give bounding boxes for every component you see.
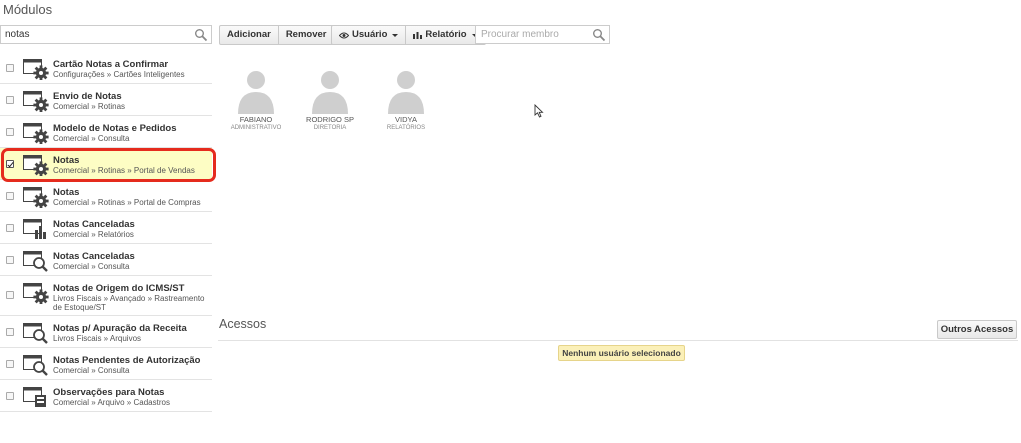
magnifier-icon xyxy=(23,251,49,272)
module-path: Comercial » Rotinas » Portal de Compras xyxy=(53,198,201,207)
member-name: FABIANO xyxy=(239,115,273,124)
member-card[interactable]: VIDYA RELATÓRIOS xyxy=(377,66,435,131)
module-path: Comercial » Relatórios xyxy=(53,230,134,239)
gear-icon xyxy=(23,59,49,81)
module-name: Notas xyxy=(53,155,80,166)
module-item[interactable]: Observações para Notas Comercial » Arquiv… xyxy=(0,380,212,412)
module-name: Notas xyxy=(53,187,80,198)
bar-chart-icon xyxy=(413,32,423,39)
module-item[interactable]: Envio de Notas Comercial » Rotinas xyxy=(0,84,212,116)
avatar xyxy=(238,71,274,114)
member-search-input[interactable]: Procurar membro xyxy=(475,25,610,44)
module-item[interactable]: Notas de Origem do ICMS/ST Livros Fiscais… xyxy=(0,276,212,316)
member-card[interactable]: RODRIGO SP DIRETORIA xyxy=(301,66,359,131)
chevron-down-icon xyxy=(392,33,399,37)
search-icon[interactable] xyxy=(194,28,208,42)
module-path: Comercial » Rotinas xyxy=(53,102,126,111)
module-checkbox[interactable] xyxy=(6,392,14,400)
module-name: Modelo de Notas e Pedidos xyxy=(53,123,177,134)
module-checkbox[interactable] xyxy=(6,360,14,368)
module-name: Cartão Notas a Confirmar xyxy=(53,59,169,70)
module-name: Notas p/ Apuração da Receita xyxy=(53,323,187,334)
report-dropdown-label: Relatório xyxy=(425,29,467,40)
bar-chart-icon xyxy=(23,219,49,240)
magnifier-icon xyxy=(23,355,49,376)
module-item[interactable]: Notas Comercial » Rotinas » Portal de Com… xyxy=(0,180,212,212)
member-role: RELATÓRIOS xyxy=(386,125,426,131)
module-list: Cartão Notas a Confirmar Configurações » … xyxy=(0,52,212,412)
gear-icon xyxy=(23,155,49,177)
form-icon xyxy=(23,387,49,408)
module-item[interactable]: Notas Pendentes de Autorização Comercial … xyxy=(0,348,212,380)
module-search-value: notas xyxy=(5,29,30,40)
remove-button[interactable]: Remover xyxy=(279,26,334,44)
module-item[interactable]: Modelo de Notas e Pedidos Comercial » Con… xyxy=(0,116,212,148)
module-item[interactable]: Notas Comercial » Rotinas » Portal de Ven… xyxy=(0,148,212,180)
avatar xyxy=(312,71,348,114)
mouse-cursor-icon xyxy=(534,104,544,118)
acessos-title: Acessos xyxy=(219,317,267,331)
module-path: Comercial » Consulta xyxy=(53,134,130,143)
other-accesses-button[interactable]: Outros Acessos xyxy=(937,320,1017,339)
module-name: Notas de Origem do ICMS/ST xyxy=(53,283,185,294)
module-item[interactable]: Cartão Notas a Confirmar Configurações » … xyxy=(0,52,212,84)
module-name: Notas Pendentes de Autorização xyxy=(53,355,201,366)
module-path: Livros Fiscais » Arquivos xyxy=(53,334,142,343)
module-path: Comercial » Arquivo » Cadastros xyxy=(53,398,170,407)
module-path: Comercial » Consulta xyxy=(53,262,130,271)
report-dropdown-button[interactable]: Relatório xyxy=(406,26,484,44)
module-checkbox[interactable] xyxy=(6,96,14,104)
module-path: Configurações » Cartões Inteligentes xyxy=(53,70,185,79)
module-checkbox[interactable] xyxy=(6,160,14,168)
module-path: Comercial » Rotinas » Portal de Vendas xyxy=(53,166,195,175)
add-remove-group: Adicionar Remover xyxy=(219,25,335,45)
gear-icon xyxy=(23,91,49,113)
eye-icon xyxy=(339,32,349,38)
module-item[interactable]: Notas Canceladas Comercial » Consulta xyxy=(0,244,212,276)
module-name: Envio de Notas xyxy=(53,91,122,102)
module-item[interactable]: Notas p/ Apuração da Receita Livros Fisca… xyxy=(0,316,212,348)
module-checkbox[interactable] xyxy=(6,328,14,336)
member-role: ADMINISTRATIVO xyxy=(230,125,282,131)
module-name: Notas Canceladas xyxy=(53,219,135,230)
module-item[interactable]: Notas Canceladas Comercial » Relatórios xyxy=(0,212,212,244)
no-user-selected-notice: Nenhum usuário selecionado xyxy=(558,345,685,361)
magnifier-icon xyxy=(23,323,49,344)
gear-icon xyxy=(23,187,49,209)
avatar xyxy=(388,71,424,114)
module-checkbox[interactable] xyxy=(6,64,14,72)
member-name: RODRIGO SP xyxy=(306,115,354,124)
gear-icon xyxy=(23,123,49,145)
module-path: Livros Fiscais » Avançado » Rastreamento… xyxy=(53,294,205,312)
member-name: VIDYA xyxy=(395,115,417,124)
module-checkbox[interactable] xyxy=(6,128,14,136)
user-dropdown-button[interactable]: Usuário xyxy=(332,26,407,44)
page-title: Módulos xyxy=(3,2,53,17)
acessos-divider xyxy=(218,340,1018,341)
module-checkbox[interactable] xyxy=(6,291,14,299)
module-path: Comercial » Consulta xyxy=(53,366,130,375)
module-checkbox[interactable] xyxy=(6,256,14,264)
gear-icon xyxy=(23,283,49,305)
add-button[interactable]: Adicionar xyxy=(220,26,279,44)
view-options-group: Usuário Relatório xyxy=(331,25,486,45)
member-role: DIRETORIA xyxy=(313,125,347,131)
user-dropdown-label: Usuário xyxy=(352,29,388,40)
member-card[interactable]: FABIANO ADMINISTRATIVO xyxy=(227,66,285,131)
module-name: Notas Canceladas xyxy=(53,251,135,262)
member-search-placeholder: Procurar membro xyxy=(481,29,559,40)
module-checkbox[interactable] xyxy=(6,224,14,232)
module-checkbox[interactable] xyxy=(6,192,14,200)
module-name: Observações para Notas xyxy=(53,387,165,398)
module-search-input[interactable]: notas xyxy=(0,25,212,44)
search-icon[interactable] xyxy=(592,28,606,42)
